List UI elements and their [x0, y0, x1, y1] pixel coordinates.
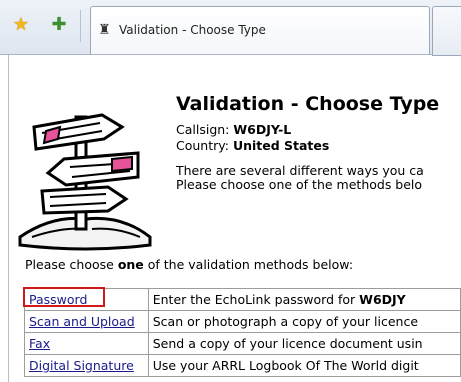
callsign-value: W6DJY-L — [233, 122, 292, 137]
method-description-text: Enter the EchoLink password for — [152, 292, 356, 307]
method-description: Enter the EchoLink password for W6DJY — [147, 288, 461, 311]
table-row: Password Enter the EchoLink password for… — [24, 288, 461, 311]
method-cell: Scan and Upload — [24, 310, 149, 333]
browser-tab-strip: ★ ✚ ♜ Validation - Choose Type — [0, 0, 461, 56]
toolbar-separator — [80, 10, 81, 42]
password-link[interactable]: Password — [29, 292, 87, 307]
country-value: United States — [232, 138, 330, 153]
star-icon[interactable]: ★ — [10, 14, 32, 36]
country-line: Country: United States — [176, 138, 329, 153]
method-description: Scan or photograph a copy of your licenc… — [147, 310, 461, 333]
new-tab-button[interactable] — [432, 6, 461, 56]
fax-link[interactable]: Fax — [29, 336, 50, 351]
page-content: Validation - Choose Type Callsign: W6DJY… — [0, 55, 461, 382]
method-description-emphasis: W6DJY — [359, 292, 406, 307]
digital-signature-link[interactable]: Digital Signature — [29, 358, 134, 373]
scan-and-upload-link[interactable]: Scan and Upload — [29, 314, 135, 329]
validation-methods-table: Password Enter the EchoLink password for… — [24, 288, 461, 377]
prompt-text-before: Please choose — [25, 257, 118, 272]
table-row: Fax Send a copy of your licence document… — [24, 332, 461, 355]
method-cell: Password — [24, 288, 149, 311]
tower-icon: ♜ — [98, 22, 111, 38]
callsign-label: Callsign: — [176, 122, 234, 137]
country-label: Country: — [176, 138, 233, 153]
method-cell: Digital Signature — [24, 354, 149, 377]
frame-border — [8, 55, 9, 382]
description-line-1: There are several different ways you ca — [176, 163, 424, 178]
table-row: Digital Signature Use your ARRL Logbook … — [24, 354, 461, 377]
method-cell: Fax — [24, 332, 149, 355]
prompt-emphasis: one — [117, 257, 144, 272]
method-description: Send a copy of your licence document usi… — [147, 332, 461, 355]
signpost-logo — [18, 113, 152, 251]
page-title: Validation - Choose Type — [176, 93, 440, 115]
table-row: Scan and Upload Scan or photograph a cop… — [24, 310, 461, 333]
description-line-2: Please choose one of the methods belo — [176, 177, 423, 192]
choose-prompt: Please choose one of the validation meth… — [25, 257, 353, 272]
tab-title: Validation - Choose Type — [119, 23, 266, 37]
add-favorite-icon[interactable]: ✚ — [48, 14, 70, 36]
callsign-line: Callsign: W6DJY-L — [176, 122, 291, 137]
prompt-text-after: of the validation methods below: — [143, 257, 354, 272]
tab-validation[interactable]: ♜ Validation - Choose Type — [90, 6, 430, 54]
method-description: Use your ARRL Logbook Of The World digit — [147, 354, 461, 377]
